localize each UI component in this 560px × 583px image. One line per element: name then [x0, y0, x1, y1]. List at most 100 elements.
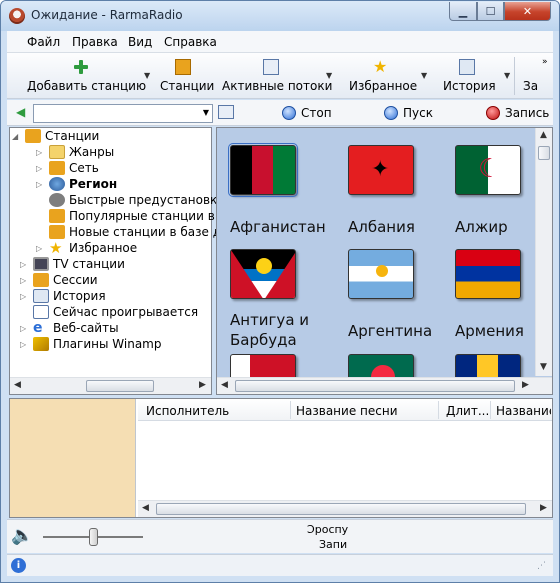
column-divider[interactable]: [438, 401, 439, 419]
record-button[interactable]: Запись: [486, 104, 549, 122]
menu-help[interactable]: Справка: [164, 35, 217, 49]
toolbar-overflow[interactable]: За »: [520, 53, 553, 99]
scroll-thumb[interactable]: [235, 380, 515, 392]
favorites-button[interactable]: ★ Избранное ▼: [343, 53, 429, 99]
play-label: Пуск: [403, 106, 433, 120]
scroll-right-icon[interactable]: ▶: [522, 380, 529, 390]
tree-item-history[interactable]: ▷ История: [20, 288, 106, 304]
expand-icon[interactable]: ▷: [36, 180, 45, 189]
scroll-left-icon[interactable]: ◀: [14, 380, 21, 390]
chevron-down-icon[interactable]: ▼: [504, 71, 510, 80]
flag-antigua-and-barbuda[interactable]: [230, 249, 296, 299]
scroll-thumb[interactable]: [156, 503, 526, 515]
chevron-down-icon[interactable]: ▼: [421, 71, 427, 80]
tree-item-genres[interactable]: ▷ Жанры: [36, 144, 114, 160]
play-button[interactable]: Пуск: [384, 104, 433, 122]
scroll-right-icon[interactable]: ▶: [199, 380, 206, 390]
tree-item-tv[interactable]: ▷ TV станции: [20, 256, 125, 272]
expand-icon[interactable]: ▷: [20, 292, 29, 301]
scroll-left-icon[interactable]: ◀: [142, 503, 149, 513]
expand-icon[interactable]: ▷: [36, 148, 45, 157]
chevron-down-icon[interactable]: ▼: [326, 71, 332, 80]
tree-item-sessions[interactable]: ▷ Сессии: [20, 272, 98, 288]
radio-icon: [33, 273, 49, 287]
tree-item-label: Регион: [69, 177, 118, 191]
column-divider[interactable]: [490, 401, 491, 419]
scroll-thumb[interactable]: [538, 146, 550, 160]
column-header-title[interactable]: Название песни: [296, 404, 398, 418]
scroll-right-icon[interactable]: ▶: [540, 503, 547, 513]
column-header-name[interactable]: Название: [496, 404, 551, 418]
expand-icon[interactable]: ▷: [36, 164, 45, 173]
station-combobox[interactable]: ▼: [33, 104, 213, 123]
grid-vertical-scrollbar[interactable]: ▲ ▼: [535, 128, 552, 376]
flag-argentina[interactable]: [348, 249, 414, 299]
scroll-down-icon[interactable]: ▼: [540, 362, 547, 372]
menu-file[interactable]: Файл: [27, 35, 60, 49]
station-info-icon[interactable]: [218, 105, 234, 119]
resize-grip-icon[interactable]: ⋰: [537, 561, 546, 571]
close-button[interactable]: ✕: [504, 2, 551, 21]
country-label[interactable]: Антигуа и Барбуда: [230, 310, 320, 350]
tree-horizontal-scrollbar[interactable]: ◀ ▶: [10, 377, 211, 394]
radio-icon: [175, 59, 191, 75]
back-arrow-icon[interactable]: ◀: [16, 105, 25, 119]
table-horizontal-scrollbar[interactable]: ◀ ▶: [138, 500, 552, 517]
chevron-down-icon[interactable]: ▼: [203, 108, 209, 117]
tree-item-now-playing[interactable]: Сейчас проигрывается: [33, 304, 198, 320]
star-icon: ★: [373, 57, 388, 76]
menu-view[interactable]: Вид: [128, 35, 152, 49]
tree-item-presets[interactable]: Быстрые предустановки: [49, 192, 225, 208]
country-label[interactable]: Афганистан: [230, 217, 326, 237]
column-header-artist[interactable]: Исполнитель: [146, 404, 229, 418]
stop-button[interactable]: Стоп: [282, 104, 332, 122]
volume-slider-thumb[interactable]: [89, 528, 98, 546]
tree-item-popular[interactable]: Популярные станции в ба: [49, 208, 233, 224]
column-header-duration[interactable]: Длит...: [446, 404, 489, 418]
add-station-button[interactable]: Добавить станцию ▼: [25, 53, 153, 99]
flag-algeria[interactable]: ☾: [455, 145, 521, 195]
collapse-icon[interactable]: ◢: [12, 132, 21, 141]
stations-button[interactable]: Станции: [157, 53, 214, 99]
country-label[interactable]: Армения: [455, 321, 524, 341]
flag-afghanistan[interactable]: [228, 143, 298, 197]
minimize-button[interactable]: ▁: [449, 2, 477, 21]
tree-item-region[interactable]: ▷ Регион: [36, 176, 117, 192]
column-divider[interactable]: [290, 401, 291, 419]
radio-icon: [25, 129, 41, 143]
radio-icon: [49, 209, 65, 223]
expand-icon[interactable]: ▷: [20, 340, 29, 349]
scroll-up-icon[interactable]: ▲: [540, 130, 547, 140]
title-bar[interactable]: Ожидание - RarmaRadio ▁ ☐ ✕: [1, 1, 559, 31]
tree-item-winamp[interactable]: ▷ Плагины Winamp: [20, 336, 162, 352]
tree-item-websites[interactable]: ▷ e Веб-сайты: [20, 320, 119, 336]
country-label[interactable]: Алжир: [455, 217, 508, 237]
info-icon[interactable]: i: [11, 558, 26, 573]
double-chevron-icon: »: [542, 57, 548, 67]
expand-icon[interactable]: ▷: [36, 244, 45, 253]
toolbar-separator: [514, 57, 515, 95]
menu-edit[interactable]: Правка: [72, 35, 118, 49]
tree-item-favorites[interactable]: ▷ ★ Избранное: [36, 240, 137, 256]
active-streams-button[interactable]: Активные потоки ▼: [219, 53, 333, 99]
tree-item-stations[interactable]: ◢ Станции: [12, 128, 99, 144]
country-label[interactable]: Албания: [348, 217, 415, 237]
scroll-left-icon[interactable]: ◀: [221, 380, 228, 390]
expand-icon[interactable]: ▷: [20, 324, 29, 333]
country-label[interactable]: Аргентина: [348, 321, 432, 341]
expand-icon[interactable]: ▷: [20, 260, 29, 269]
flag-armenia[interactable]: [455, 249, 521, 299]
country-grid: Афганистан ✦ Албания ☾ Алжир Антигуа и Б…: [216, 127, 553, 395]
player-status-line-2: Запи: [319, 538, 348, 551]
tree-item-label: Новые станции в базе дан: [69, 225, 237, 239]
flag-albania[interactable]: ✦: [348, 145, 414, 195]
maximize-button[interactable]: ☐: [477, 2, 504, 21]
tree-item-network[interactable]: ▷ Сеть: [36, 160, 99, 176]
expand-icon[interactable]: ▷: [20, 276, 29, 285]
chevron-down-icon[interactable]: ▼: [144, 71, 150, 80]
grid-horizontal-scrollbar[interactable]: ◀ ▶: [217, 377, 552, 394]
scroll-thumb[interactable]: [86, 380, 154, 392]
history-button[interactable]: История ▼: [435, 53, 511, 99]
tree-item-new[interactable]: Новые станции в базе дан: [49, 224, 236, 240]
speaker-icon[interactable]: 🔈: [11, 526, 33, 546]
